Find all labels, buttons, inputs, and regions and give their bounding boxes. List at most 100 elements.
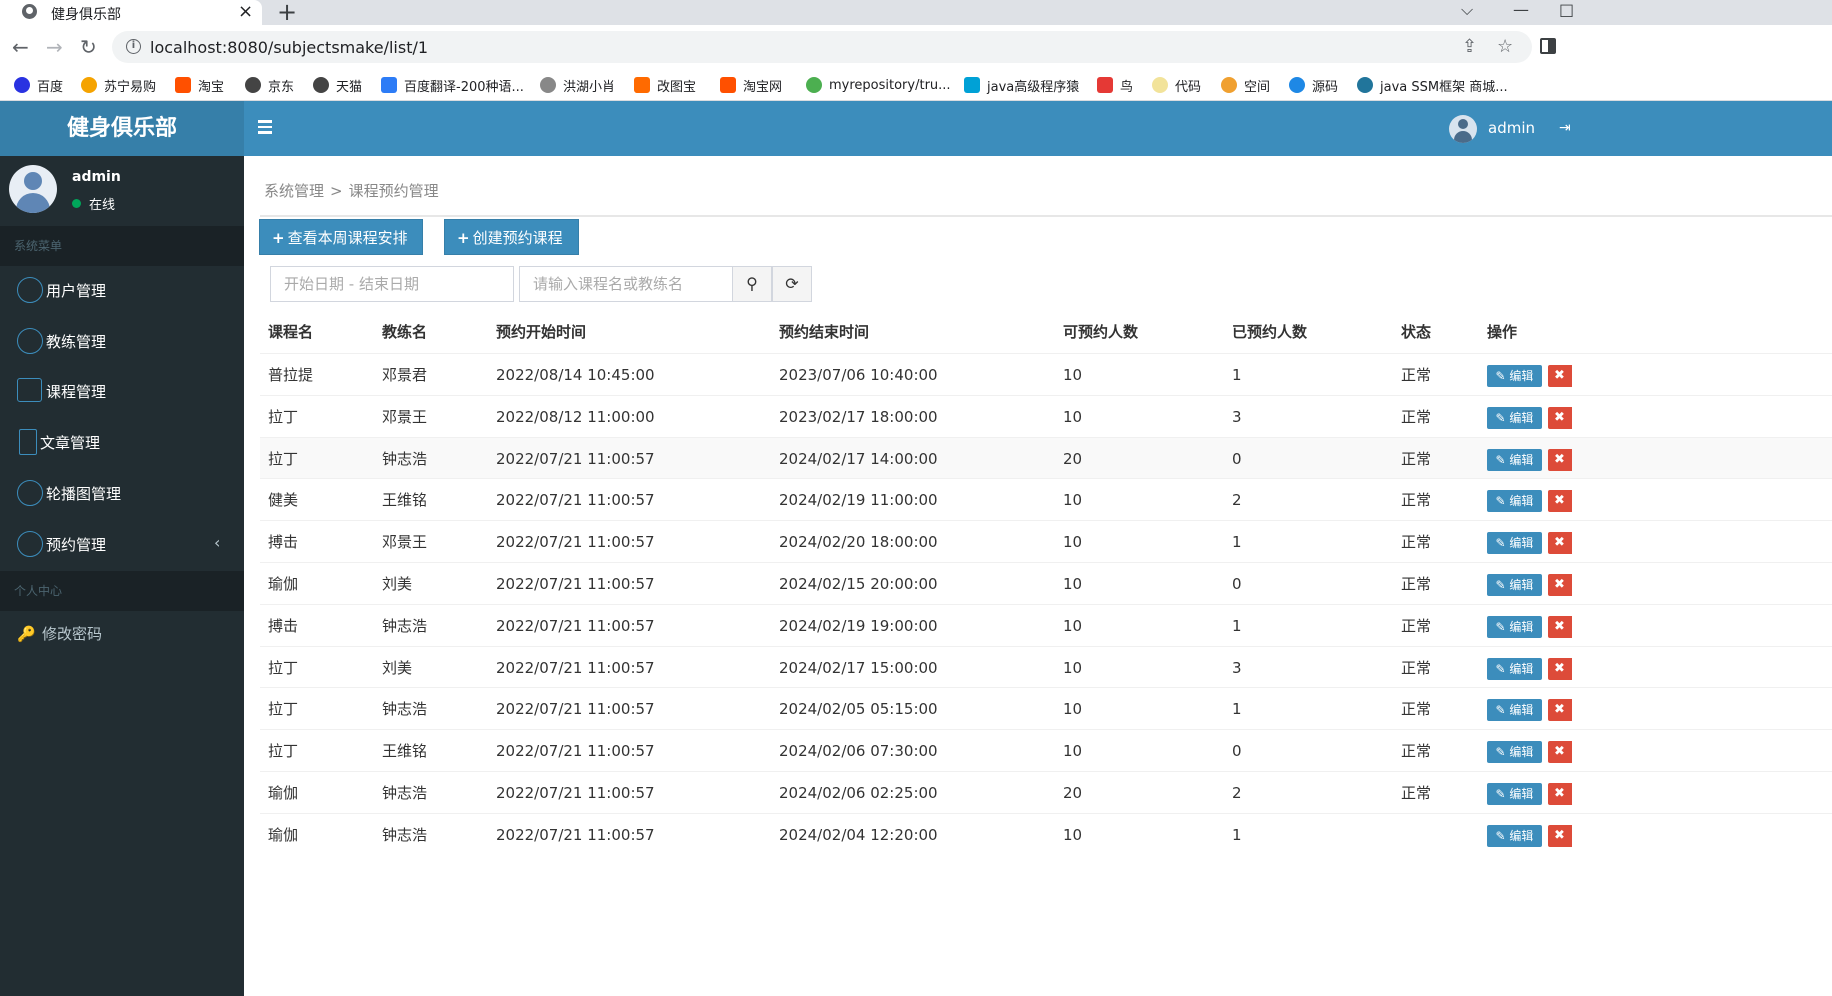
sidebar-item-label: 教练管理 [46, 333, 107, 351]
edit-icon: ✎ [1495, 452, 1510, 467]
maximize-icon[interactable]: □ [1559, 0, 1574, 19]
avatar[interactable] [1449, 115, 1477, 143]
delete-button[interactable]: ✖ [1548, 741, 1572, 764]
bookmark-item[interactable]: 京东 [245, 74, 294, 96]
capacity-cell: 10 [1063, 658, 1083, 677]
share-icon[interactable]: ⇪ [1462, 36, 1477, 57]
search-button[interactable]: ⚲ [732, 266, 772, 302]
refresh-button[interactable]: ⟳ [772, 266, 812, 302]
edit-icon: ✎ [1495, 619, 1510, 634]
end-time-cell: 2024/02/15 20:00:00 [779, 575, 938, 593]
course-name-cell: 搏击 [268, 533, 299, 552]
new-tab-icon[interactable]: + [277, 0, 297, 26]
delete-button[interactable]: ✖ [1548, 532, 1572, 555]
delete-button[interactable]: ✖ [1548, 615, 1572, 638]
bookmark-item[interactable]: 淘宝网 [720, 74, 782, 96]
edit-button[interactable]: ✎ 编辑 [1487, 741, 1542, 764]
delete-button[interactable]: ✖ [1548, 783, 1572, 805]
menu-toggle-icon[interactable] [258, 120, 274, 134]
delete-button[interactable]: ✖ [1548, 699, 1572, 722]
create-booking-button[interactable]: + 创建预约课程 [444, 219, 579, 255]
edit-button[interactable]: ✎ 编辑 [1487, 406, 1542, 429]
delete-button[interactable]: ✖ [1548, 574, 1572, 596]
edit-button[interactable]: ✎ 编辑 [1487, 532, 1542, 555]
minimize-icon[interactable]: — [1513, 0, 1529, 19]
edit-button[interactable]: ✎ 编辑 [1487, 783, 1542, 805]
bookmark-item[interactable]: 洪湖小肖 [540, 74, 615, 96]
tab-search-chevron-icon[interactable]: ⌵ [1461, 0, 1473, 20]
bookmark-item[interactable]: 空间 [1221, 74, 1270, 96]
capacity-cell: 10 [1063, 533, 1083, 552]
table-row: 健美 王维铭 2022/07/21 11:00:57 2024/02/19 11:00… [260, 478, 1832, 520]
bilibili-icon [964, 77, 980, 93]
url-text[interactable]: localhost:8080/subjectsmake/list/1 [150, 38, 428, 57]
edit-button[interactable]: ✎ 编辑 [1487, 448, 1542, 471]
address-bar[interactable]: i localhost:8080/subjectsmake/list/1 ⇪ ☆ [112, 31, 1532, 63]
bookmark-item[interactable]: 苏宁易购 [81, 74, 156, 96]
bookmark-item[interactable]: myrepository/tru... [806, 74, 951, 96]
booked-count-cell: 1 [1232, 616, 1242, 635]
back-arrow-icon[interactable]: ← [12, 35, 29, 59]
delete-button[interactable]: ✖ [1548, 365, 1572, 387]
edit-button[interactable]: ✎ 编辑 [1487, 615, 1542, 638]
forward-arrow-icon[interactable]: → [46, 35, 63, 59]
sidebar-item-change-password[interactable]: 🔑 修改密码 [0, 608, 244, 658]
weekly-schedule-button[interactable]: + 查看本周课程安排 [259, 219, 423, 255]
status-cell: 正常 [1401, 366, 1432, 384]
sidebar-item-bookings[interactable]: 预约管理 ‹ [0, 519, 244, 569]
bookmark-item[interactable]: 代码 [1152, 74, 1201, 96]
edit-icon: ✎ [1495, 661, 1510, 676]
side-panel-icon[interactable] [1540, 38, 1556, 54]
coach-name-cell: 钟志浩 [382, 449, 428, 468]
plus-icon: + [457, 229, 470, 247]
bookmark-item[interactable]: 鸟 [1097, 74, 1133, 96]
bookmark-star-icon[interactable]: ☆ [1497, 36, 1513, 57]
site-info-icon[interactable]: i [126, 39, 141, 54]
sign-out-icon[interactable]: ⇥ [1559, 120, 1571, 136]
edit-button[interactable]: ✎ 编辑 [1487, 365, 1542, 387]
bookmark-item[interactable]: 百度 [14, 74, 63, 96]
sidebar-item-coaches[interactable]: 教练管理 [0, 316, 244, 366]
sidebar-item-articles[interactable]: 文章管理 [0, 417, 244, 467]
bookmark-item[interactable]: java SSM框架 商城... [1357, 74, 1508, 96]
search-input[interactable]: 请输入课程名或教练名 [519, 266, 733, 302]
delete-button[interactable]: ✖ [1548, 406, 1572, 429]
search-icon: ⚲ [746, 274, 758, 293]
edit-button[interactable]: ✎ 编辑 [1487, 574, 1542, 596]
start-time-cell: 2022/07/21 11:00:57 [496, 658, 655, 677]
coach-name-cell: 王维铭 [382, 742, 428, 761]
delete-button[interactable]: ✖ [1548, 490, 1572, 513]
capacity-cell: 20 [1063, 784, 1083, 802]
edit-button[interactable]: ✎ 编辑 [1487, 657, 1542, 680]
sidebar-item-users[interactable]: 用户管理 [0, 265, 244, 315]
bookmark-item[interactable]: 百度翻译-200种语... [381, 74, 524, 96]
bookmark-item[interactable]: 淘宝 [175, 74, 224, 96]
bookmark-item[interactable]: 源码 [1289, 74, 1338, 96]
delete-button[interactable]: ✖ [1548, 448, 1572, 471]
tab-close-icon[interactable]: × [238, 1, 253, 22]
capacity-cell: 10 [1063, 825, 1083, 844]
edit-button[interactable]: ✎ 编辑 [1487, 490, 1542, 513]
chevron-left-icon: ‹ [214, 533, 221, 552]
app-logo[interactable]: 健身俱乐部 [0, 101, 244, 156]
bookmark-item[interactable]: 改图宝 [634, 74, 696, 96]
delete-button[interactable]: ✖ [1548, 824, 1572, 847]
header-username[interactable]: admin [1488, 119, 1535, 137]
reload-icon[interactable]: ↻ [80, 35, 97, 59]
booked-count-cell: 2 [1232, 784, 1242, 802]
edit-icon: ✎ [1495, 369, 1510, 383]
edit-button[interactable]: ✎ 编辑 [1487, 824, 1542, 847]
bookmark-item[interactable]: java高级程序猿 [964, 74, 1079, 96]
image-circle-icon [17, 480, 43, 506]
booked-count-cell: 0 [1232, 449, 1242, 468]
browser-tab[interactable]: 健身俱乐部 × [0, 0, 262, 25]
edit-button[interactable]: ✎ 编辑 [1487, 699, 1542, 722]
sidebar-item-courses[interactable]: 课程管理 [0, 366, 244, 416]
breadcrumb-root[interactable]: 系统管理 [264, 182, 324, 200]
bookmark-item[interactable]: 天猫 [313, 74, 362, 96]
date-range-input[interactable]: 开始日期 - 结束日期 [270, 266, 514, 302]
coach-name-cell: 邓景王 [382, 407, 428, 426]
status-cell: 正常 [1401, 449, 1432, 468]
sidebar-item-carousel[interactable]: 轮播图管理 [0, 468, 244, 518]
delete-button[interactable]: ✖ [1548, 657, 1572, 680]
